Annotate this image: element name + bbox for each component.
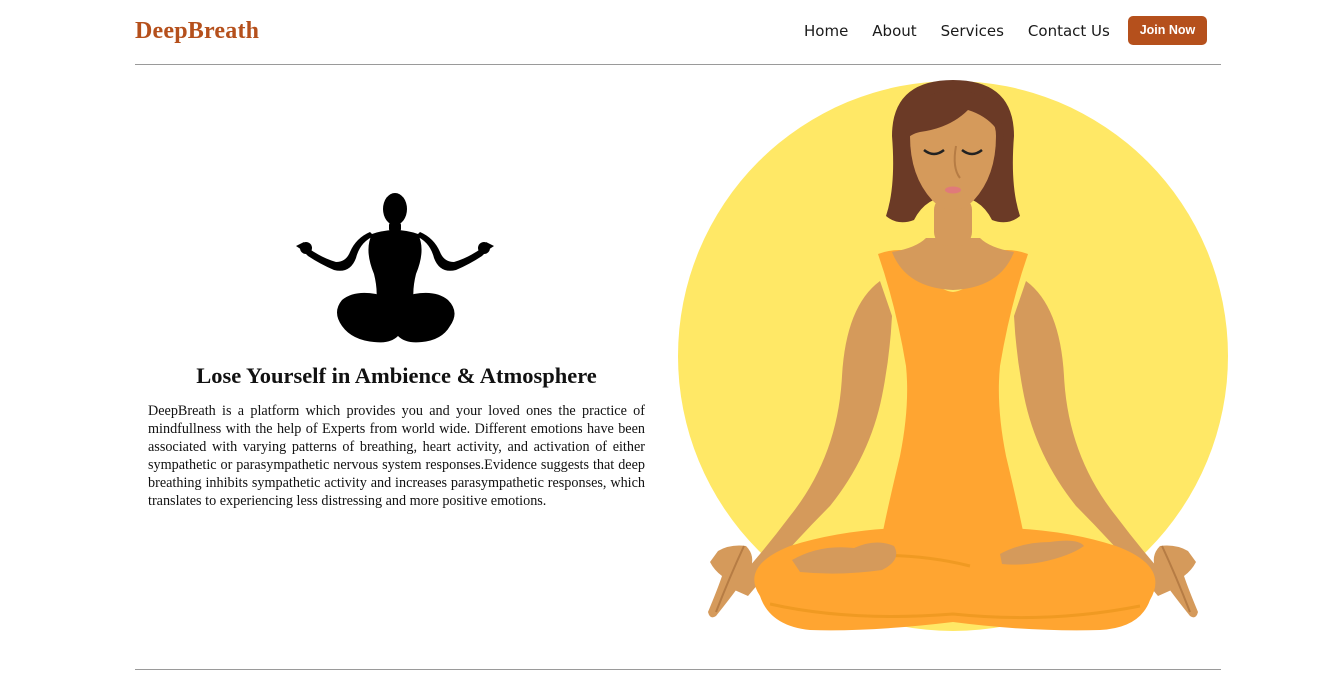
meditation-silhouette-icon — [296, 193, 494, 343]
nav-services-link[interactable]: Services — [941, 20, 1004, 42]
page: DeepBreath Home About Services Contact U… — [0, 0, 1342, 680]
brand-logo[interactable]: DeepBreath — [135, 16, 259, 46]
nav-home-link[interactable]: Home — [804, 20, 848, 42]
section-heading: Lose Yourself in Ambience & Atmosphere — [196, 363, 597, 388]
main-nav: Home About Services Contact Us — [804, 20, 1110, 42]
header-divider — [135, 64, 1221, 65]
description-paragraph: DeepBreath is a platform which provides … — [148, 403, 645, 509]
nav-about-link[interactable]: About — [872, 20, 916, 42]
nav-contact-link[interactable]: Contact Us — [1028, 20, 1110, 42]
join-now-button[interactable]: Join Now — [1128, 16, 1207, 45]
meditating-woman-illustration — [678, 80, 1228, 631]
footer-divider — [135, 669, 1221, 670]
